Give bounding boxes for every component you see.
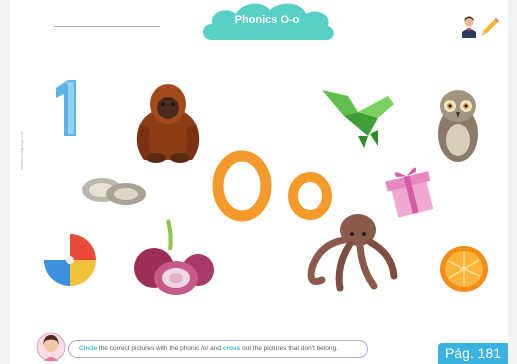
orangutan-icon[interactable] — [128, 74, 208, 166]
instruction-part-2: out the pictures that don't belong. — [240, 345, 338, 352]
pencil-icon — [481, 18, 499, 36]
side-text: Kiddos Language Lab — [19, 131, 24, 170]
uppercase-o — [212, 150, 272, 222]
instruction-cross-word: cross — [222, 345, 241, 352]
instruction-circle-word: Circle — [79, 345, 98, 352]
ball-icon[interactable] — [42, 232, 98, 288]
owl-icon[interactable] — [432, 84, 484, 166]
instruction-part-1: the correct pictures with the phonic /o/… — [97, 345, 223, 352]
orange-icon[interactable] — [438, 244, 490, 294]
page-title: Phonics O-o — [234, 14, 300, 26]
octopus-icon[interactable] — [300, 210, 400, 294]
onions-icon[interactable] — [128, 216, 218, 296]
number-one-icon[interactable] — [52, 78, 80, 138]
origami-icon[interactable] — [318, 82, 396, 150]
instruction-text: Circle the correct pictures with the pho… — [79, 345, 338, 352]
page-number-badge: Pág. 181 — [438, 343, 508, 364]
oysters-icon[interactable] — [80, 172, 148, 208]
girl-avatar-icon — [36, 332, 66, 362]
teacher-icon — [462, 16, 476, 38]
instruction-box: Circle the correct pictures with the pho… — [68, 340, 368, 358]
name-line[interactable] — [54, 26, 160, 27]
